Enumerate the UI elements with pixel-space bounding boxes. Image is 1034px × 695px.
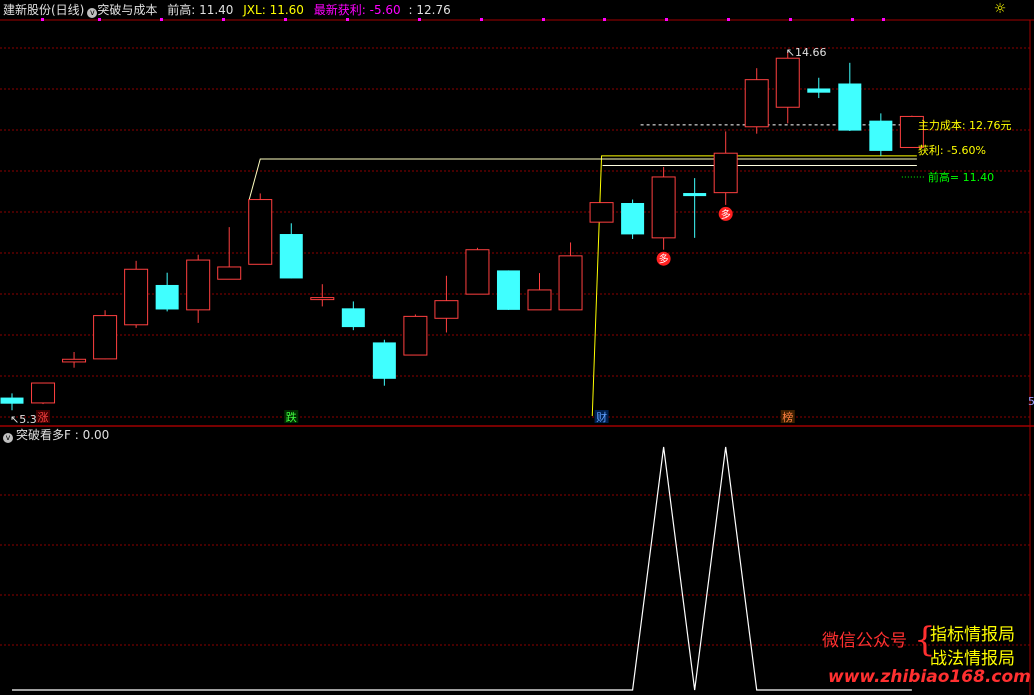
candle-body-up — [31, 382, 56, 404]
watermark-wechat: 微信公众号 — [822, 631, 907, 651]
subchart-layer — [12, 446, 912, 691]
watermark-url: www.zhibiao168.com — [828, 667, 1031, 687]
watermark: 微信公众号 { 指标情报局 战法情报局 www.zhibiao168.com — [822, 618, 1034, 695]
latest-profit-value: 最新获利: -5.60 — [313, 3, 401, 17]
candle-body-down — [621, 202, 645, 235]
axis-edge-label: 5 — [1028, 395, 1034, 408]
top-marker — [882, 18, 885, 21]
candle-body-down — [155, 284, 179, 310]
candle-body-up — [558, 255, 583, 311]
cost-curve — [591, 155, 917, 416]
prev-high-value: 前高: 11.40 — [167, 3, 234, 17]
breakout-signal-line — [12, 446, 912, 691]
watermark-name1: 指标情报局 — [930, 625, 1015, 645]
candle-body-up — [310, 297, 335, 301]
main-header: 建新股份(日线) v 突破与成本 前高: 11.40 JXL: 11.60 最新获利… — [3, 1, 451, 19]
top-marker — [603, 18, 606, 21]
candle-body-up — [217, 266, 242, 280]
top-marker — [665, 18, 668, 21]
profit-label: 获利: -5.60% — [918, 144, 986, 157]
candle-body-up — [434, 300, 459, 319]
candle-body-down — [838, 83, 862, 131]
candle-body-up — [775, 57, 800, 108]
candle-body-up — [527, 289, 552, 311]
top-marker — [789, 18, 792, 21]
bottom-marker-label: 跌 — [286, 410, 297, 424]
candle-body-down — [341, 308, 365, 328]
candle-body-down — [279, 234, 303, 279]
candle-body-down — [0, 397, 24, 404]
candle-body-up — [186, 259, 211, 311]
stock-name[interactable]: 建新股份(日线) — [3, 3, 84, 17]
circle-chevron-down-icon[interactable]: v — [3, 433, 13, 443]
candle-body-down — [496, 270, 520, 310]
high-price-label: ↖14.66 — [786, 46, 827, 59]
candle-layer: ↖5.31↖14.66主力成本: 12.76元获利: -5.60%前高= 11.… — [0, 18, 1034, 426]
jxl-value: JXL: 11.60 — [243, 3, 304, 17]
indicator-name[interactable]: 突破与成本 — [97, 3, 157, 17]
bottom-marker-label: 涨 — [38, 411, 49, 424]
candle-body-down — [807, 88, 831, 93]
cost-value: : 12.76 — [408, 3, 451, 17]
candle-body-up — [465, 249, 490, 295]
watermark-name2: 战法情报局 — [930, 649, 1015, 669]
candle-body-up — [93, 315, 118, 360]
candle-body-down — [869, 120, 893, 151]
bottom-marker-label: 榜 — [782, 410, 793, 424]
bottom-marker-label: 财 — [596, 410, 607, 424]
candle-body-up — [62, 358, 87, 363]
candle-body-down — [683, 193, 707, 197]
sun-icon[interactable]: ☼ — [992, 1, 1008, 17]
candle-body-up — [589, 202, 614, 223]
candle-body-up — [248, 199, 273, 265]
sub-indicator-value: : 0.00 — [74, 428, 110, 442]
top-marker — [851, 18, 854, 21]
prev-high-label: 前高= 11.40 — [928, 170, 994, 184]
top-marker — [542, 18, 545, 21]
sub-header: v 突破看多F : 0.00 — [3, 427, 109, 443]
candle-body-up — [403, 315, 428, 356]
stock-chart[interactable]: ↖5.31↖14.66主力成本: 12.76元获利: -5.60%前高= 11.… — [0, 0, 1034, 695]
top-marker — [480, 18, 483, 21]
candle-body-up — [124, 268, 149, 326]
duo-signal-label: 多 — [659, 253, 669, 266]
candle-body-up — [651, 176, 676, 239]
main-cost-label: 主力成本: 12.76元 — [918, 118, 1012, 132]
sub-indicator-name[interactable]: 突破看多F — [16, 428, 71, 442]
top-marker — [727, 18, 730, 21]
circle-chevron-down-icon[interactable]: v — [87, 8, 98, 18]
duo-signal-label: 多 — [721, 208, 731, 221]
candle-body-down — [372, 342, 396, 379]
candle-body-up — [713, 152, 738, 194]
candle-body-up — [744, 79, 769, 128]
